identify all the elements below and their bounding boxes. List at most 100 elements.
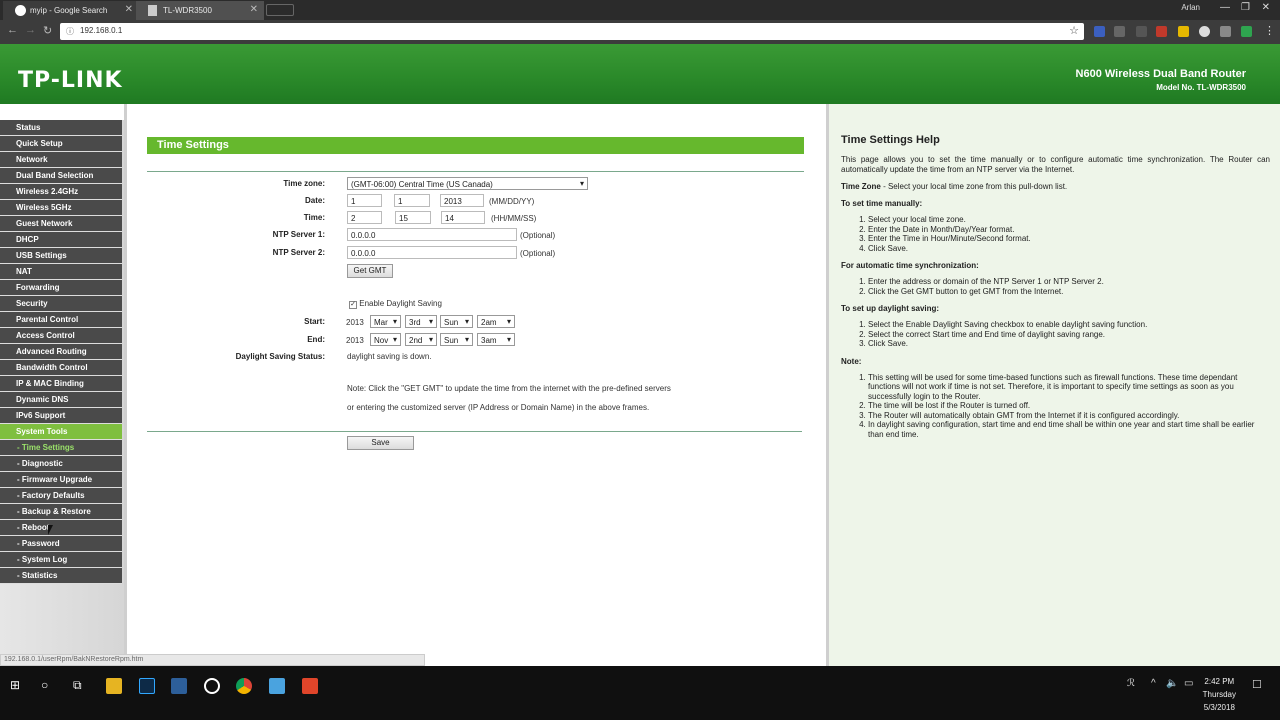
sidebar-item-statistics[interactable]: - Statistics <box>0 568 122 584</box>
sidebar-item-quick-setup[interactable]: Quick Setup <box>0 136 122 152</box>
tab-google-search[interactable]: myip - Google Search ✕ <box>3 1 139 20</box>
date-year-input[interactable]: 2013 <box>440 194 484 207</box>
sidebar-item-system-tools[interactable]: System Tools <box>0 424 122 440</box>
end-day-select[interactable]: Sun <box>440 333 473 346</box>
sidebar-item-firmware-upgrade[interactable]: - Firmware Upgrade <box>0 472 122 488</box>
app-icon[interactable] <box>302 678 318 694</box>
search-icon[interactable]: ○ <box>41 678 57 694</box>
address-bar[interactable]: ⓘ 192.168.0.1 ☆ <box>60 23 1084 40</box>
get-gmt-button[interactable]: Get GMT <box>347 264 393 278</box>
google-icon <box>15 5 26 16</box>
extension-icon[interactable] <box>1136 26 1147 37</box>
list-item: Click Save. <box>868 339 1270 349</box>
sidebar-item-usb[interactable]: USB Settings <box>0 248 122 264</box>
file-explorer-icon[interactable] <box>106 678 122 694</box>
extension-icon[interactable] <box>1220 26 1231 37</box>
sidebar-item-network[interactable]: Network <box>0 152 122 168</box>
windows-start-icon[interactable]: ⊞ <box>10 678 26 694</box>
sidebar-item-reboot[interactable]: - Reboot <box>0 520 122 536</box>
start-month-select[interactable]: Mar <box>370 315 401 328</box>
system-clock[interactable]: 2:42 PM Thursday 5/3/2018 <box>1203 675 1236 714</box>
reload-icon[interactable]: ↻ <box>43 24 52 37</box>
list-item: Enter the address or domain of the NTP S… <box>868 277 1270 287</box>
extension-icon[interactable] <box>1199 26 1210 37</box>
sidebar-item-system-log[interactable]: - System Log <box>0 552 122 568</box>
sidebar-item-factory-defaults[interactable]: - Factory Defaults <box>0 488 122 504</box>
ntp2-input[interactable]: 0.0.0.0 <box>347 246 517 259</box>
help-manual-steps: Select your local time zone. Enter the D… <box>868 215 1270 253</box>
end-year: 2013 <box>346 336 364 345</box>
sidebar-item-advanced-routing[interactable]: Advanced Routing <box>0 344 122 360</box>
extension-icon[interactable] <box>1094 26 1105 37</box>
sidebar-item-dynamic-dns[interactable]: Dynamic DNS <box>0 392 122 408</box>
end-time-select[interactable]: 3am <box>477 333 515 346</box>
date-day-input[interactable]: 1 <box>394 194 430 207</box>
sidebar-item-parental-control[interactable]: Parental Control <box>0 312 122 328</box>
start-week-select[interactable]: 3rd <box>405 315 437 328</box>
time-second-input[interactable]: 14 <box>441 211 485 224</box>
new-tab-button[interactable] <box>266 4 294 16</box>
profile-name[interactable]: Arlan <box>1181 3 1200 12</box>
extension-icon[interactable] <box>1114 26 1125 37</box>
router-header: TP-LINK N600 Wireless Dual Band Router M… <box>0 44 1280 104</box>
sidebar-item-time-settings[interactable]: - Time Settings <box>0 440 122 456</box>
sidebar-item-password[interactable]: - Password <box>0 536 122 552</box>
people-icon[interactable]: ℛ <box>1127 678 1143 694</box>
sidebar-item-security[interactable]: Security <box>0 296 122 312</box>
tab-router[interactable]: TL-WDR3500 ✕ <box>136 1 264 20</box>
info-icon[interactable]: ⓘ <box>66 26 74 37</box>
sidebar-item-forwarding[interactable]: Forwarding <box>0 280 122 296</box>
list-item: Enter the Date in Month/Day/Year format. <box>868 225 1270 235</box>
app-icon[interactable] <box>269 678 285 694</box>
sidebar-item-diagnostic[interactable]: - Diagnostic <box>0 456 122 472</box>
menu-icon[interactable]: ⋮ <box>1264 24 1275 37</box>
sidebar-item-backup-restore[interactable]: - Backup & Restore <box>0 504 122 520</box>
start-time-select[interactable]: 2am <box>477 315 515 328</box>
dst-checkbox-row[interactable]: ✓ Enable Daylight Saving <box>349 299 442 309</box>
chevron-up-icon[interactable]: ^ <box>1151 678 1167 694</box>
sidebar-item-ip-mac-binding[interactable]: IP & MAC Binding <box>0 376 122 392</box>
sidebar-item-wireless-24[interactable]: Wireless 2.4GHz <box>0 184 122 200</box>
save-button[interactable]: Save <box>347 436 414 450</box>
clock-day: Thursday <box>1202 690 1236 699</box>
ntp1-input[interactable]: 0.0.0.0 <box>347 228 517 241</box>
end-week-select[interactable]: 2nd <box>405 333 437 346</box>
abp-icon[interactable] <box>1156 26 1167 37</box>
time-minute-input[interactable]: 15 <box>395 211 431 224</box>
photoshop-icon[interactable] <box>139 678 155 694</box>
sidebar-item-ipv6[interactable]: IPv6 Support <box>0 408 122 424</box>
app-icon[interactable] <box>204 678 220 694</box>
notifications-icon[interactable]: ☐ <box>1252 678 1268 694</box>
sidebar-item-bandwidth-control[interactable]: Bandwidth Control <box>0 360 122 376</box>
close-tab-icon[interactable]: ✕ <box>250 4 258 15</box>
end-month-select[interactable]: Nov <box>370 333 401 346</box>
forward-icon[interactable]: → <box>25 24 36 36</box>
checkbox-checked-icon[interactable]: ✓ <box>349 301 357 309</box>
network-tool-icon[interactable] <box>171 678 187 694</box>
back-icon[interactable]: ← <box>7 24 18 36</box>
sidebar-item-wireless-5[interactable]: Wireless 5GHz <box>0 200 122 216</box>
sidebar-item-access-control[interactable]: Access Control <box>0 328 122 344</box>
date-month-input[interactable]: 1 <box>347 194 382 207</box>
sidebar-item-dhcp[interactable]: DHCP <box>0 232 122 248</box>
router-name: N600 Wireless Dual Band Router <box>1075 68 1246 80</box>
volume-icon[interactable]: 🔈 <box>1166 678 1182 694</box>
network-icon[interactable]: ▭ <box>1184 678 1200 694</box>
chrome-icon[interactable] <box>236 678 252 694</box>
sidebar-item-status[interactable]: Status <box>0 120 122 136</box>
close-window-icon[interactable]: ✕ <box>1262 2 1270 13</box>
sidebar-item-dual-band[interactable]: Dual Band Selection <box>0 168 122 184</box>
extension-icon[interactable] <box>1241 26 1252 37</box>
time-zone-select[interactable]: (GMT-06:00) Central Time (US Canada) <box>347 177 588 190</box>
time-hour-input[interactable]: 2 <box>347 211 382 224</box>
bookmark-star-icon[interactable]: ☆ <box>1069 24 1079 37</box>
sidebar-item-nat[interactable]: NAT <box>0 264 122 280</box>
maximize-icon[interactable]: ❐ <box>1241 2 1250 13</box>
mouse-cursor-icon <box>48 525 53 535</box>
minimize-icon[interactable]: — <box>1220 2 1230 13</box>
lock-extension-icon[interactable] <box>1178 26 1189 37</box>
start-day-select[interactable]: Sun <box>440 315 473 328</box>
close-tab-icon[interactable]: ✕ <box>125 4 133 15</box>
sidebar-item-guest-network[interactable]: Guest Network <box>0 216 122 232</box>
task-view-icon[interactable]: ⧉ <box>73 678 89 694</box>
